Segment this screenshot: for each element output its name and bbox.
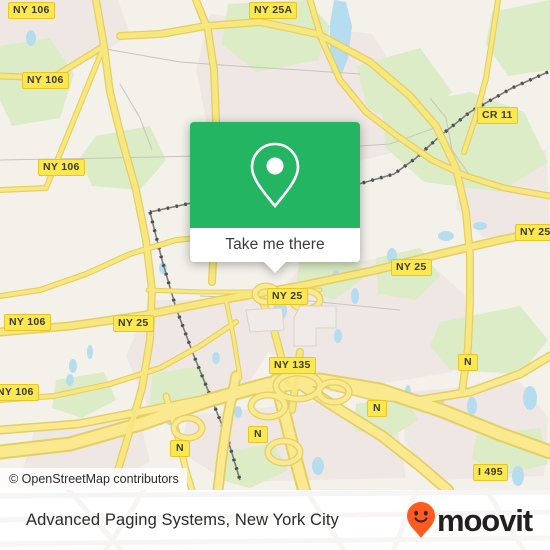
moovit-pin-logo-icon [406,502,435,538]
shield-ny106-topleft: NY 106 [8,2,55,19]
take-me-there-label: Take me there [225,236,325,253]
shield-ny106-mid: NY 106 [38,159,85,176]
shield-ny25-right: NY 25 [515,224,550,241]
shield-ny135: NY 135 [269,357,316,374]
shield-ny106-left: NY 106 [4,314,51,331]
moovit-brand[interactable]: moovit [406,501,533,539]
map-viewport[interactable]: NY 106 NY 25A NY 106 CR 11 NY 106 NY 25 … [0,0,550,490]
moovit-wordmark: moovit [436,502,533,538]
moovit-map-screenshot: NY 106 NY 25A NY 106 CR 11 NY 106 NY 25 … [0,0,550,550]
shield-ny106-upper: NY 106 [22,72,69,89]
callout-pin-panel [190,122,360,228]
location-callout-card[interactable]: Take me there [190,122,360,273]
place-title: Advanced Paging Systems, New York City [26,510,339,529]
shield-ny25a-top: NY 25A [249,2,298,19]
shield-ny25-center-right: NY 25 [391,259,432,276]
shield-ny25-center: NY 25 [267,288,308,305]
shield-ny25-left: NY 25 [113,315,154,332]
osm-attribution-text: © OpenStreetMap contributors [9,472,179,486]
shield-cr11: CR 11 [477,107,518,124]
shield-n-mid: N [248,426,268,443]
osm-attribution[interactable]: © OpenStreetMap contributors [0,468,187,490]
shield-n-left: N [170,440,190,457]
footer-bar: Advanced Paging Systems, New York City m… [0,490,550,550]
map-pin-icon [250,142,300,209]
shield-ny106-bottomleft: NY 106 [0,384,39,401]
shield-i495: I 495 [473,464,508,481]
take-me-there-button[interactable]: Take me there [190,228,360,273]
callout-tail [264,262,286,273]
shield-n-center: N [367,400,387,417]
shield-n-right: N [458,354,478,371]
